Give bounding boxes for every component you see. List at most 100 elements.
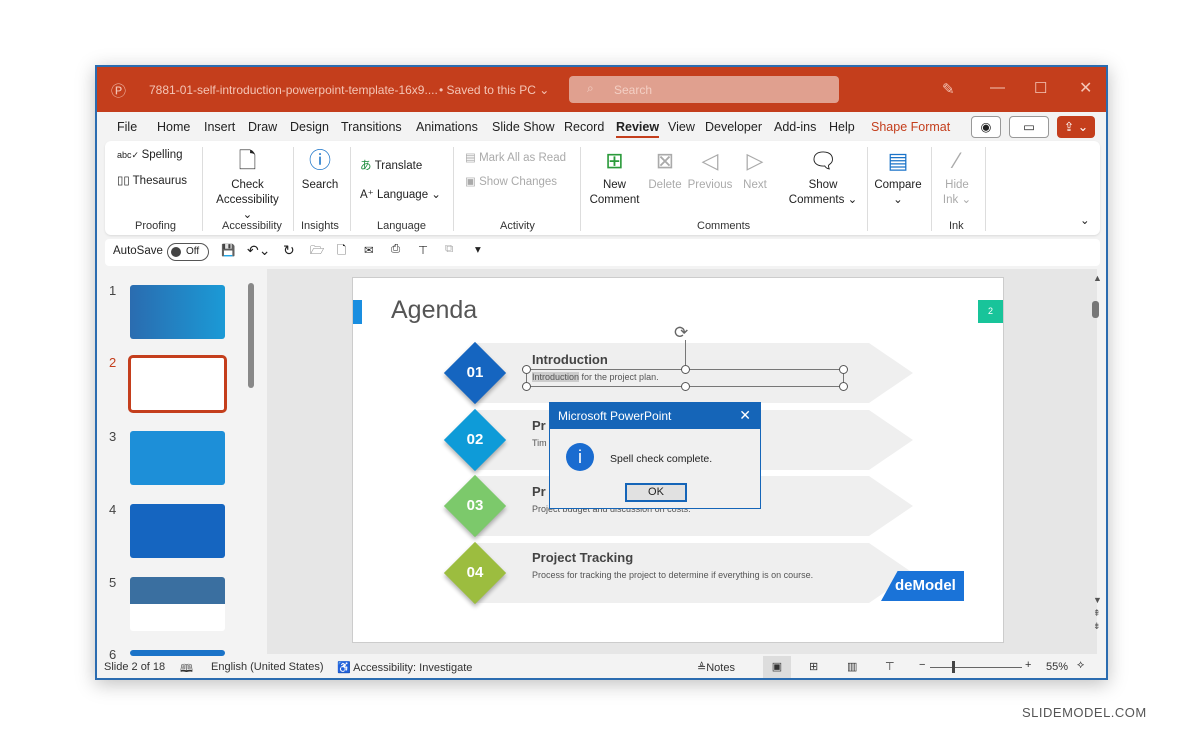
- thumbnails-scrollbar[interactable]: [248, 283, 254, 388]
- search-button[interactable]: ⓘ Search: [300, 147, 340, 193]
- open-icon[interactable]: 🗁: [310, 243, 324, 262]
- minimize-button[interactable]: —: [990, 79, 1005, 96]
- slideshow-icon[interactable]: ⊤: [885, 660, 895, 673]
- tab-help[interactable]: Help: [829, 120, 855, 134]
- resize-handle[interactable]: [522, 365, 531, 374]
- watermark: SLIDEMODEL.COM: [1022, 705, 1147, 720]
- slide-thumbnail-5[interactable]: [130, 577, 225, 631]
- slide-title[interactable]: Agenda: [391, 296, 477, 325]
- item-title[interactable]: Introduction: [532, 352, 608, 367]
- resize-handle[interactable]: [681, 382, 690, 391]
- delete-comment-button[interactable]: ⊠ Delete: [645, 147, 685, 193]
- scroll-up-icon[interactable]: ▲: [1093, 273, 1102, 283]
- item-number: 04: [466, 564, 484, 581]
- resize-handle[interactable]: [681, 365, 690, 374]
- compare-button[interactable]: ▤ Compare ⌄: [873, 147, 923, 208]
- copy-icon[interactable]: ⧉: [445, 243, 453, 256]
- slide-thumbnail-1[interactable]: [130, 285, 225, 339]
- next-comment-button[interactable]: ▷ Next: [737, 147, 773, 193]
- rotate-handle-icon[interactable]: ⟳: [674, 323, 688, 343]
- normal-view-icon[interactable]: ▣: [763, 656, 791, 678]
- item-title[interactable]: Pr: [532, 418, 546, 433]
- tab-insert[interactable]: Insert: [204, 120, 235, 134]
- language-status[interactable]: English (United States): [211, 661, 324, 673]
- designer-icon[interactable]: ✎: [942, 80, 955, 98]
- slide-scrollbar[interactable]: [1092, 301, 1099, 318]
- zoom-slider[interactable]: [930, 667, 1022, 668]
- status-bar: Slide 2 of 18 🕮 English (United States) …: [97, 656, 1106, 680]
- new-icon[interactable]: 🗋: [337, 243, 346, 262]
- spelling-status-icon[interactable]: 🕮: [180, 660, 193, 679]
- slide-thumbnail-4[interactable]: [130, 504, 225, 558]
- zoom-out-button[interactable]: −: [919, 659, 925, 671]
- show-changes-button[interactable]: ▣ Show Changes: [465, 174, 557, 188]
- comments-button[interactable]: ▭: [1009, 116, 1049, 138]
- resize-handle[interactable]: [839, 382, 848, 391]
- language-button[interactable]: A⁺ Language ⌄: [360, 187, 441, 201]
- spelling-button[interactable]: abc✓ Spelling: [117, 149, 182, 161]
- previous-comment-button[interactable]: ◁ Previous: [687, 147, 733, 193]
- tab-draw[interactable]: Draw: [248, 120, 277, 134]
- zoom-in-button[interactable]: +: [1025, 659, 1031, 671]
- tab-file[interactable]: File: [117, 120, 137, 134]
- ribbon-tabs: File Home Insert Draw Design Transitions…: [97, 112, 1106, 142]
- share-button[interactable]: ⇪ ⌄: [1057, 116, 1095, 138]
- item-title[interactable]: Project Tracking: [532, 550, 633, 565]
- dialog-close-button[interactable]: ✕: [739, 407, 751, 424]
- redo-icon[interactable]: ↻: [283, 242, 295, 259]
- zoom-slider-thumb[interactable]: [952, 661, 955, 673]
- item-number: 03: [466, 497, 484, 514]
- notes-button[interactable]: ≜Notes: [697, 661, 735, 674]
- zoom-level[interactable]: 55%: [1046, 661, 1068, 673]
- check-accessibility-button[interactable]: 🗋 Check Accessibility ⌄: [210, 147, 285, 223]
- new-comment-button[interactable]: ⊞ New Comment: [587, 147, 642, 208]
- autosave-toggle[interactable]: Off: [167, 243, 209, 261]
- tab-view[interactable]: View: [668, 120, 695, 134]
- thesaurus-button[interactable]: ▯▯ Thesaurus: [117, 173, 187, 187]
- delete-label: Delete: [648, 179, 682, 191]
- reading-view-icon[interactable]: ▥: [847, 660, 857, 673]
- item-title[interactable]: Pr: [532, 484, 546, 499]
- save-icon[interactable]: 💾: [221, 243, 235, 257]
- tab-home[interactable]: Home: [157, 120, 190, 134]
- fit-to-window-icon[interactable]: ⟡: [1077, 659, 1084, 672]
- tab-animations[interactable]: Animations: [416, 120, 478, 134]
- undo-icon[interactable]: ↶⌄: [247, 242, 270, 259]
- ok-button[interactable]: OK: [625, 483, 687, 502]
- tab-add-ins[interactable]: Add-ins: [774, 120, 816, 134]
- show-comments-icon: 🗨: [809, 148, 837, 173]
- collapse-ribbon-icon[interactable]: ⌄: [1080, 213, 1090, 227]
- slide-sorter-icon[interactable]: ⊞: [809, 660, 818, 673]
- comments-label: Comments ⌄: [788, 194, 858, 206]
- accessibility-status[interactable]: ♿ Accessibility: Investigate: [337, 661, 472, 674]
- customize-qat-icon[interactable]: ▾: [475, 242, 481, 256]
- resize-handle[interactable]: [839, 365, 848, 374]
- show-comments-button[interactable]: 🗨 Show Comments ⌄: [783, 147, 863, 208]
- translate-button[interactable]: あ Translate: [360, 157, 422, 173]
- tab-design[interactable]: Design: [290, 120, 329, 134]
- mark-all-read-button[interactable]: ▤ Mark All as Read: [465, 150, 566, 164]
- maximize-button[interactable]: ☐: [1034, 79, 1047, 97]
- print-icon[interactable]: ⎙: [391, 243, 400, 256]
- tab-review[interactable]: Review: [616, 120, 660, 138]
- close-button[interactable]: ✕: [1079, 78, 1092, 98]
- hide-ink-button[interactable]: ⁄ Hide Ink ⌄: [937, 147, 977, 208]
- tab-transitions[interactable]: Transitions: [341, 120, 402, 134]
- item-desc[interactable]: Process for tracking the project to dete…: [532, 570, 832, 581]
- slide-thumbnail-2[interactable]: [128, 355, 227, 413]
- tab-record[interactable]: Record: [564, 120, 604, 134]
- present-icon[interactable]: ⊤: [418, 243, 428, 257]
- mark-all-label: Mark All as Read: [479, 152, 566, 164]
- autosave-label: AutoSave: [113, 245, 163, 257]
- search-input[interactable]: ⌕ Search: [569, 76, 839, 103]
- email-icon[interactable]: ✉: [364, 243, 374, 257]
- tab-slide-show[interactable]: Slide Show: [492, 120, 555, 134]
- tab-developer[interactable]: Developer: [705, 120, 762, 134]
- slide-thumbnail-3[interactable]: [130, 431, 225, 485]
- tab-shape-format[interactable]: Shape Format: [871, 120, 950, 134]
- record-button[interactable]: ◉: [971, 116, 1001, 138]
- scroll-down-icons[interactable]: ▼ ⇞ ⇟: [1093, 594, 1102, 633]
- resize-handle[interactable]: [522, 382, 531, 391]
- save-status[interactable]: • Saved to this PC ⌄: [439, 83, 549, 97]
- show-label: Show: [808, 179, 838, 191]
